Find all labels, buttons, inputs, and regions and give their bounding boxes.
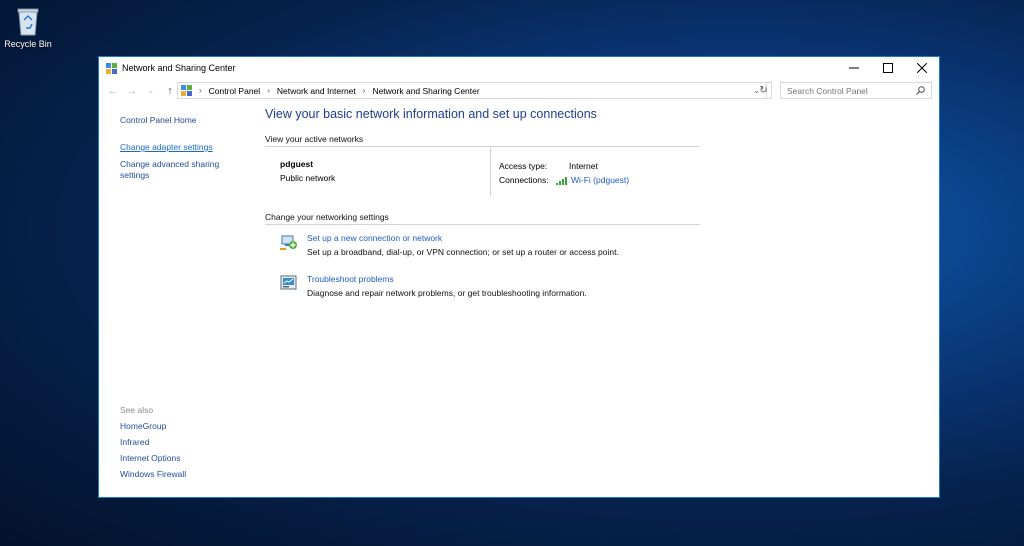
title-bar[interactable]: Network and Sharing Center (99, 57, 939, 79)
back-button[interactable]: ← (106, 84, 120, 98)
search-box[interactable] (780, 82, 932, 99)
search-icon[interactable] (916, 86, 925, 97)
network-access-info: Access type: Internet Connections: Wi-Fi… (499, 159, 629, 187)
troubleshoot-link[interactable]: Troubleshoot problems (307, 274, 587, 284)
recycle-bin-label: Recycle Bin (4, 39, 52, 49)
forward-arrow-icon: → (126, 85, 138, 97)
network-center-icon (106, 62, 117, 74)
window-title: Network and Sharing Center (122, 63, 236, 73)
recent-locations-button[interactable]: ⌄ (144, 84, 158, 98)
control-panel-home-link[interactable]: Control Panel Home (120, 115, 250, 126)
section-divider (265, 224, 700, 225)
setup-connection-link[interactable]: Set up a new connection or network (307, 233, 619, 243)
up-arrow-icon: ↑ (167, 85, 173, 97)
maximize-button[interactable] (871, 57, 905, 79)
minimize-icon (849, 67, 859, 69)
refresh-button[interactable]: ↻ (756, 82, 772, 99)
address-row: ← → ⌄ ↑ › Control Panel › Network and In… (99, 79, 939, 103)
breadcrumb-separator-icon[interactable]: › (363, 86, 366, 95)
see-also-header: See also (120, 405, 154, 415)
left-pane: Control Panel Home Change adapter settin… (120, 115, 250, 181)
setup-connection-task: Set up a new connection or network Set u… (280, 233, 619, 257)
active-network: pdguest Public network (280, 159, 335, 183)
see-also-section: See also HomeGroup Infrared Internet Opt… (120, 405, 250, 485)
section-divider (265, 146, 700, 147)
refresh-icon: ↻ (759, 85, 768, 96)
up-button[interactable]: ↑ (163, 84, 177, 98)
maximize-icon (883, 63, 893, 73)
search-input[interactable] (781, 84, 907, 97)
recycle-bin-icon (17, 8, 39, 36)
breadcrumb-separator-icon[interactable]: › (199, 86, 202, 95)
setup-connection-icon (280, 233, 298, 251)
chevron-down-icon: ⌄ (148, 88, 154, 95)
close-button[interactable] (905, 57, 939, 79)
setup-connection-description: Set up a broadband, dial-up, or VPN conn… (307, 247, 619, 257)
infrared-link[interactable]: Infrared (120, 437, 250, 447)
page-title: View your basic network information and … (265, 107, 597, 121)
active-networks-title: View your active networks (265, 134, 364, 144)
address-control-panel-icon (181, 85, 192, 96)
change-settings-title: Change your networking settings (265, 212, 389, 222)
minimize-button[interactable] (837, 57, 871, 79)
windows-firewall-link[interactable]: Windows Firewall (120, 469, 250, 479)
network-name: pdguest (280, 159, 314, 169)
troubleshoot-icon (280, 274, 298, 292)
breadcrumb-network-and-internet[interactable]: Network and Internet (277, 86, 356, 96)
vertical-divider (490, 147, 491, 197)
network-sharing-center-window: Network and Sharing Center ← → ⌄ ↑ › Con… (98, 56, 940, 498)
change-advanced-sharing-settings-link[interactable]: Change advanced sharing settings (120, 159, 250, 181)
wifi-connection-label[interactable]: Wi-Fi (pdguest) (571, 175, 629, 185)
breadcrumb-network-sharing-center[interactable]: Network and Sharing Center (372, 86, 479, 96)
access-type-label: Access type: (499, 161, 548, 171)
wifi-connection-link[interactable]: Wi-Fi (pdguest) (556, 175, 629, 185)
troubleshoot-task: Troubleshoot problems Diagnose and repai… (280, 274, 587, 298)
troubleshoot-description: Diagnose and repair network problems, or… (307, 288, 587, 298)
recycle-bin[interactable]: Recycle Bin (4, 6, 52, 49)
homegroup-link[interactable]: HomeGroup (120, 421, 250, 431)
back-arrow-icon: ← (107, 85, 119, 97)
main-content: View your basic network information and … (265, 107, 705, 298)
internet-options-link[interactable]: Internet Options (120, 453, 250, 463)
network-category: Public network (280, 173, 336, 183)
breadcrumb-control-panel[interactable]: Control Panel (209, 86, 261, 96)
wifi-signal-icon (556, 176, 567, 185)
change-adapter-settings-link[interactable]: Change adapter settings (120, 142, 250, 153)
close-icon (917, 63, 927, 73)
connections-label: Connections: (499, 175, 549, 185)
address-bar[interactable]: › Control Panel › Network and Internet ›… (177, 82, 767, 99)
breadcrumb-separator-icon[interactable]: › (267, 86, 270, 95)
access-type-value: Internet (569, 161, 598, 171)
forward-button[interactable]: → (125, 84, 139, 98)
